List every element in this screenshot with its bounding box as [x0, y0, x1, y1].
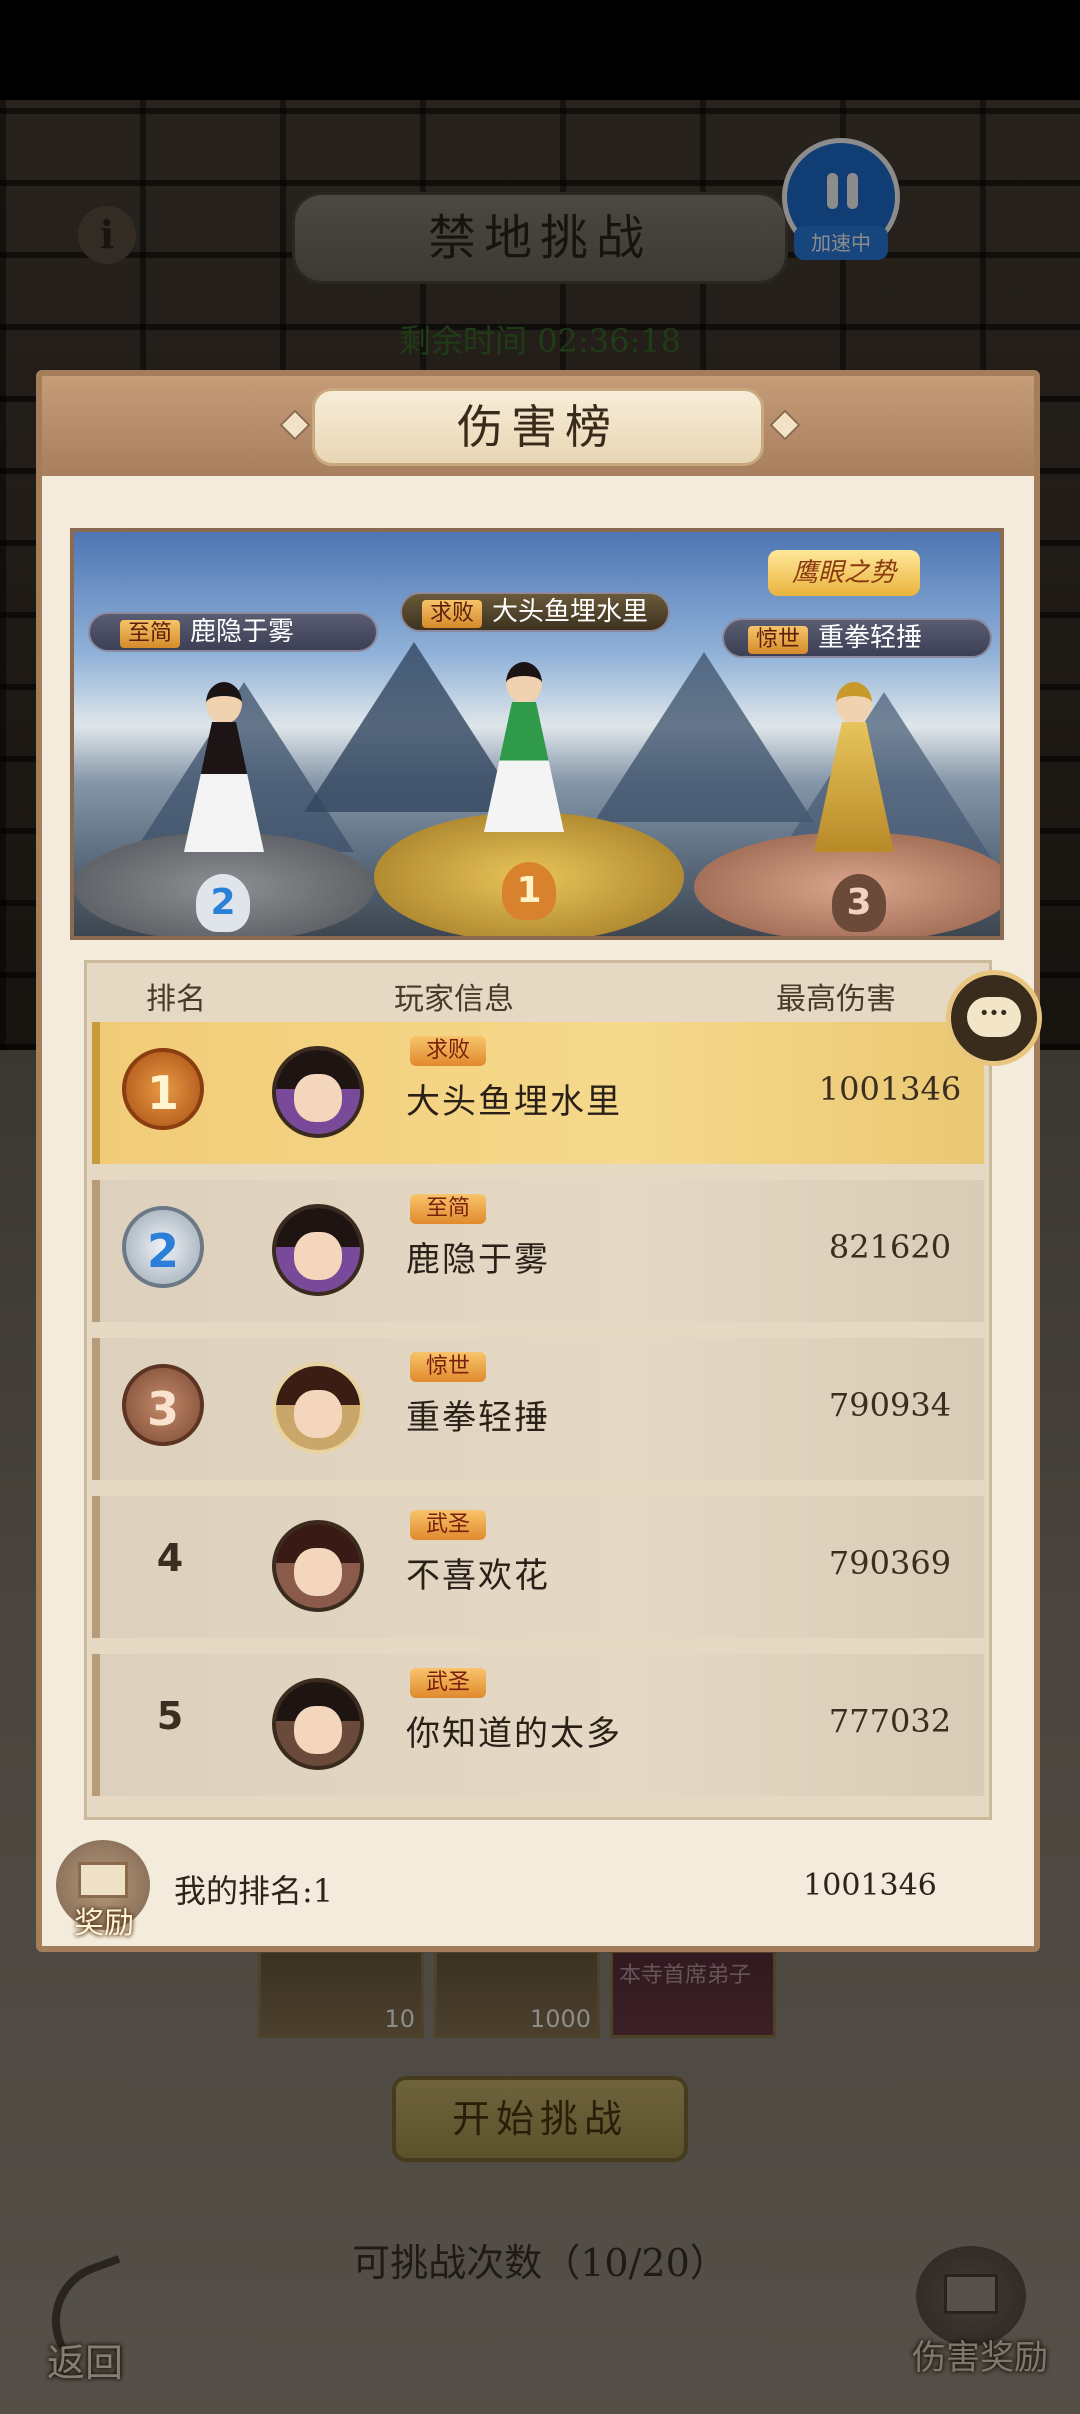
avatar[interactable]: [272, 1678, 364, 1770]
player-name: 大头鱼埋水里: [406, 1082, 622, 1122]
player-title-tag: 求败: [422, 600, 483, 628]
chat-button[interactable]: ···: [946, 970, 1042, 1066]
mountain: [304, 642, 524, 812]
player-title-tag: 至简: [410, 1194, 487, 1224]
player-name: 重拳轻捶: [818, 623, 923, 653]
player-title-tag: 武圣: [410, 1668, 487, 1698]
rank-number: 5: [156, 1694, 184, 1738]
max-damage: 790934: [828, 1386, 952, 1424]
my-rank: 我的排名:1: [174, 1872, 334, 1910]
table-row[interactable]: 5 武圣 你知道的太多 777032: [92, 1654, 984, 1796]
medal-gold-icon: 1: [122, 1048, 204, 1130]
chat-icon: ···: [967, 997, 1021, 1037]
my-damage: 1001346: [803, 1868, 937, 1903]
column-header-rank: 排名: [146, 982, 206, 1017]
column-header-player: 玩家信息: [394, 982, 514, 1017]
player-title-tag: 惊世: [748, 626, 809, 654]
player-name: 你知道的太多: [406, 1714, 622, 1754]
player-name: 不喜欢花: [406, 1556, 550, 1596]
avatar[interactable]: [272, 1520, 364, 1612]
special-title-badge: 鹰眼之势: [768, 550, 920, 596]
max-damage: 790369: [828, 1544, 952, 1582]
table-row[interactable]: 4 武圣 不喜欢花 790369: [92, 1496, 984, 1638]
player-name: 鹿隐于雾: [406, 1240, 550, 1280]
podium-rank-second: 2: [196, 874, 250, 932]
max-damage: 821620: [828, 1228, 952, 1266]
podium-scene: 2 1 3 至简 鹿隐于雾 求败 大头鱼埋水里 鹰眼之势 惊世 重拳轻捶: [70, 528, 1004, 940]
column-header-damage: 最高伤害: [776, 982, 896, 1017]
rank-number: 4: [156, 1536, 184, 1580]
player-title-tag: 至简: [120, 620, 181, 648]
table-row[interactable]: 1 求败 大头鱼埋水里 1001346: [92, 1022, 984, 1164]
max-damage: 1001346: [818, 1070, 962, 1108]
player-name: 大头鱼埋水里: [492, 597, 649, 627]
player-name: 重拳轻捶: [406, 1398, 550, 1438]
max-damage: 777032: [828, 1702, 952, 1740]
podium-nameplate-second: 至简 鹿隐于雾: [88, 612, 378, 652]
reward-label: 奖励: [74, 1906, 134, 1941]
podium-nameplate-first: 求败 大头鱼埋水里: [400, 592, 670, 632]
podium-nameplate-third: 惊世 重拳轻捶: [722, 618, 992, 658]
player-name: 鹿隐于雾: [190, 617, 295, 647]
player-title-tag: 求败: [410, 1036, 487, 1066]
table-row[interactable]: 2 至简 鹿隐于雾 821620: [92, 1180, 984, 1322]
podium-rank-first: 1: [502, 862, 556, 920]
avatar[interactable]: [272, 1204, 364, 1296]
medal-silver-icon: 2: [122, 1206, 204, 1288]
podium-rank-third: 3: [832, 874, 886, 932]
chest-icon: [78, 1862, 128, 1898]
avatar[interactable]: [272, 1046, 364, 1138]
player-title-tag: 惊世: [410, 1352, 487, 1382]
table-row[interactable]: 3 惊世 重拳轻捶 790934: [92, 1338, 984, 1480]
avatar[interactable]: [272, 1362, 364, 1454]
modal-title: 伤害榜: [312, 388, 764, 466]
medal-bronze-icon: 3: [122, 1364, 204, 1446]
player-title-tag: 武圣: [410, 1510, 487, 1540]
